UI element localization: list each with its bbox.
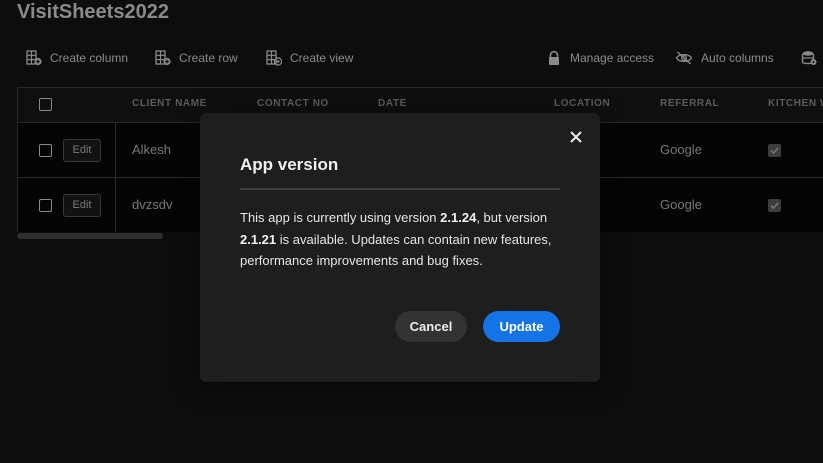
dialog-divider bbox=[240, 188, 560, 190]
app-title: VisitSheets2022 bbox=[17, 1, 169, 23]
row-divider bbox=[115, 178, 116, 232]
lock-icon bbox=[549, 50, 559, 65]
create-view-label: Create view bbox=[290, 51, 354, 65]
column-header-location[interactable]: LOCATION bbox=[554, 98, 610, 109]
available-version: 2.1.21 bbox=[240, 231, 277, 247]
database-settings-icon bbox=[801, 51, 817, 65]
check-icon bbox=[770, 147, 779, 155]
message-text: , but version bbox=[476, 210, 548, 225]
column-header-date[interactable]: DATE bbox=[378, 98, 407, 109]
manage-access-button[interactable]: Manage access bbox=[546, 47, 654, 69]
add-view-icon bbox=[266, 50, 282, 66]
app-version-dialog: App version This app is currently using … bbox=[200, 113, 600, 382]
column-header-client-name[interactable]: CLIENT NAME bbox=[132, 98, 207, 109]
cell-referral[interactable]: Google bbox=[660, 197, 702, 212]
create-row-label: Create row bbox=[179, 51, 238, 65]
close-icon[interactable] bbox=[567, 128, 585, 146]
toolbar: Create column Create row Create view Man… bbox=[0, 47, 823, 71]
cell-referral[interactable]: Google bbox=[660, 142, 702, 157]
create-view-button[interactable]: Create view bbox=[266, 47, 353, 69]
row-checkbox[interactable] bbox=[39, 144, 52, 157]
create-column-label: Create column bbox=[50, 51, 129, 65]
cell-client-name[interactable]: dvzsdv bbox=[132, 197, 172, 212]
cell-kitchen-checkbox[interactable] bbox=[768, 144, 781, 157]
cell-kitchen-checkbox[interactable] bbox=[768, 199, 781, 212]
edit-row-button[interactable]: Edit bbox=[63, 139, 101, 162]
add-column-icon bbox=[26, 50, 42, 66]
message-text: is available. Updates can contain new fe… bbox=[240, 231, 552, 269]
cancel-button[interactable]: Cancel bbox=[395, 311, 467, 342]
row-checkbox[interactable] bbox=[39, 199, 52, 212]
horizontal-scrollbar[interactable] bbox=[17, 233, 163, 239]
select-all-checkbox[interactable] bbox=[39, 98, 52, 111]
data-settings-button[interactable] bbox=[801, 47, 817, 69]
dialog-message: This app is currently using version 2.1.… bbox=[240, 207, 565, 272]
auto-columns-label: Auto columns bbox=[701, 51, 774, 65]
check-icon bbox=[770, 202, 779, 210]
column-header-kitchen[interactable]: KITCHEN W bbox=[768, 98, 823, 109]
edit-row-button[interactable]: Edit bbox=[63, 194, 101, 217]
column-header-referral[interactable]: REFERRAL bbox=[660, 98, 719, 109]
row-divider bbox=[115, 123, 116, 178]
message-text: This app is currently using version bbox=[240, 210, 441, 225]
eye-off-icon bbox=[675, 51, 693, 65]
cell-client-name[interactable]: Alkesh bbox=[132, 142, 171, 157]
current-version: 2.1.24 bbox=[440, 210, 477, 225]
dialog-title: App version bbox=[240, 155, 339, 174]
column-header-contact-no[interactable]: CONTACT NO bbox=[257, 98, 329, 109]
add-row-icon bbox=[155, 50, 171, 66]
manage-access-label: Manage access bbox=[570, 51, 655, 65]
auto-columns-button[interactable]: Auto columns bbox=[675, 47, 774, 69]
create-row-button[interactable]: Create row bbox=[155, 47, 238, 69]
update-button[interactable]: Update bbox=[483, 311, 560, 342]
create-column-button[interactable]: Create column bbox=[26, 47, 128, 69]
